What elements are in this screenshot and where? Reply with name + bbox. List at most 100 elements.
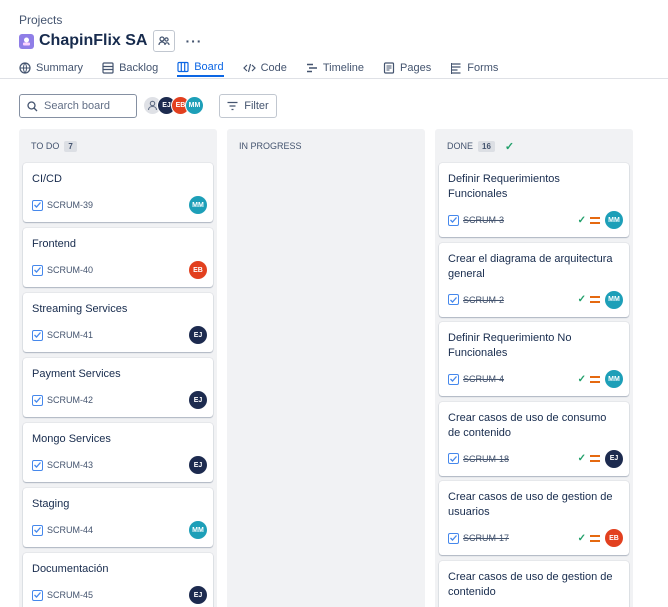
issue-key[interactable]: SCRUM-17 (463, 533, 509, 543)
assignee-avatar[interactable]: MM (605, 370, 623, 388)
issue-summary: Mongo Services (32, 433, 111, 445)
issue-count-badge: 16 (478, 140, 495, 152)
issue-card[interactable]: Crear el diagrama de arquitectura genera… (439, 242, 629, 317)
backlog-icon (102, 61, 114, 74)
issue-card-footer: SCRUM-18 ✓ EJ (448, 449, 623, 468)
priority-medium-icon (590, 534, 600, 542)
team-button[interactable] (153, 30, 176, 52)
issue-card-footer: SCRUM-43 EJ (32, 456, 207, 474)
people-icon (158, 36, 171, 46)
task-type-icon (448, 214, 459, 226)
issue-card[interactable]: Payment Services SCRUM-42 EJ (23, 358, 213, 417)
search-input[interactable]: Search board (19, 94, 137, 118)
tab-code[interactable]: Code (242, 58, 287, 77)
assignee-avatar[interactable]: MM (605, 211, 623, 229)
issue-card-footer: SCRUM-17 ✓ EB (448, 529, 623, 547)
issue-summary: Frontend (32, 238, 77, 250)
assignee-avatar[interactable]: EJ (605, 449, 623, 468)
column-header: IN PROGRESS (227, 129, 425, 163)
tab-board[interactable]: Board (177, 58, 224, 77)
issue-key[interactable]: SCRUM-43 (47, 460, 93, 470)
task-type-icon (448, 294, 459, 305)
tab-backlog[interactable]: Backlog (102, 58, 158, 77)
assignee-avatar[interactable]: MM (605, 290, 623, 309)
tab-timeline[interactable]: Timeline (306, 58, 364, 77)
issue-card[interactable]: Crear casos de uso de gestion de usuario… (439, 481, 629, 555)
column-in-progress: IN PROGRESS (227, 129, 425, 607)
issue-card-footer: SCRUM-42 EJ (32, 391, 207, 409)
issue-key[interactable]: SCRUM-39 (47, 200, 93, 210)
issue-summary: Streaming Services (32, 303, 128, 315)
assignee-avatar[interactable]: MM (189, 196, 207, 214)
assignee-avatar[interactable]: MM (189, 521, 207, 539)
issue-card[interactable]: CI/CD SCRUM-39 MM (23, 163, 213, 222)
project-logo-icon (19, 33, 34, 49)
column-done-check-icon: ✓ (504, 140, 515, 153)
more-actions-button[interactable]: ··· (185, 33, 202, 49)
priority-medium-icon (590, 375, 600, 383)
issue-key[interactable]: SCRUM-18 (463, 454, 509, 464)
page-title: ChapinFlix SA (39, 32, 148, 49)
assignee-avatar[interactable]: EJ (189, 391, 207, 409)
issue-key[interactable]: SCRUM-44 (47, 525, 93, 535)
column-done: DONE 16 ✓ Definir Requerimientos Funcion… (435, 129, 633, 607)
issue-card[interactable]: Documentación SCRUM-45 EJ (23, 553, 213, 607)
task-type-icon (32, 264, 43, 276)
issue-card[interactable]: Staging SCRUM-44 MM (23, 488, 213, 547)
tab-forms[interactable]: Forms (450, 58, 498, 77)
issue-key[interactable]: SCRUM-4 (463, 374, 504, 384)
task-type-icon (32, 199, 43, 211)
issue-key[interactable]: SCRUM-41 (47, 330, 93, 340)
tab-pages[interactable]: Pages (383, 58, 431, 77)
issue-card-meta: ✓ EJ (578, 449, 623, 468)
assignee-avatar[interactable]: EJ (189, 586, 207, 604)
issue-card-footer: SCRUM-4 ✓ MM (448, 370, 623, 388)
issue-summary: Definir Requerimientos Funcionales (448, 173, 560, 200)
issue-card[interactable]: Definir Requerimiento No Funcionales SCRU… (439, 322, 629, 396)
issue-key[interactable]: SCRUM-45 (47, 590, 93, 600)
column-header: TO DO 7 (19, 129, 217, 163)
task-type-icon (448, 532, 459, 544)
avatar[interactable]: MM (185, 96, 204, 115)
issue-card-footer: SCRUM-3 ✓ MM (448, 211, 623, 229)
assignee-avatar[interactable]: EB (605, 529, 623, 547)
issue-card[interactable]: Crear casos de uso de consumo de conteni… (439, 401, 629, 476)
issue-key[interactable]: SCRUM-3 (463, 215, 504, 225)
issue-card-meta: MM (189, 196, 207, 214)
issue-card[interactable]: Frontend SCRUM-40 EB (23, 228, 213, 287)
issue-card-meta: ✓ EB (578, 529, 623, 547)
task-type-icon (32, 329, 43, 341)
issue-card[interactable]: Crear casos de uso de gestion de conteni… (439, 560, 629, 607)
issue-card-meta: ✓ MM (578, 370, 623, 388)
assignee-avatar[interactable]: EB (189, 261, 207, 279)
issue-card-footer: SCRUM-41 EJ (32, 326, 207, 344)
issue-card[interactable]: Streaming Services SCRUM-41 EJ (23, 293, 213, 352)
issue-summary: Definir Requerimiento No Funcionales (448, 332, 572, 359)
task-type-icon (448, 373, 459, 385)
tab-label: Summary (36, 61, 84, 74)
issue-card-meta: ✓ MM (578, 290, 623, 309)
filter-label: Filter (244, 100, 269, 112)
assignee-avatar[interactable]: EJ (189, 326, 207, 344)
filter-button[interactable]: Filter (219, 94, 277, 118)
issue-key[interactable]: SCRUM-40 (47, 265, 93, 275)
issue-summary: CI/CD (32, 173, 62, 185)
issue-card[interactable]: Mongo Services SCRUM-43 EJ (23, 423, 213, 482)
issue-card-footer: SCRUM-45 EJ (32, 586, 207, 604)
issue-key[interactable]: SCRUM-42 (47, 395, 93, 405)
issue-card-footer: SCRUM-40 EB (32, 261, 207, 279)
assignee-avatar[interactable]: EJ (189, 456, 207, 474)
breadcrumb[interactable]: Projects (19, 13, 62, 27)
issue-summary: Payment Services (32, 368, 121, 380)
issue-card[interactable]: Definir Requerimientos Funcionales SCRUM-… (439, 163, 629, 237)
issue-card-meta: EJ (189, 456, 207, 474)
column-title: DONE (447, 141, 474, 151)
column-header: DONE 16 ✓ (435, 129, 633, 163)
tab-label: Timeline (322, 61, 365, 74)
issue-card-meta: EB (189, 261, 207, 279)
tab-summary[interactable]: Summary (19, 58, 83, 77)
column-title: TO DO (31, 141, 60, 151)
issue-summary: Crear el diagrama de arquitectura genera… (448, 252, 613, 280)
project-header: ChapinFlix SA ··· (19, 29, 202, 53)
issue-key[interactable]: SCRUM-2 (463, 295, 504, 305)
